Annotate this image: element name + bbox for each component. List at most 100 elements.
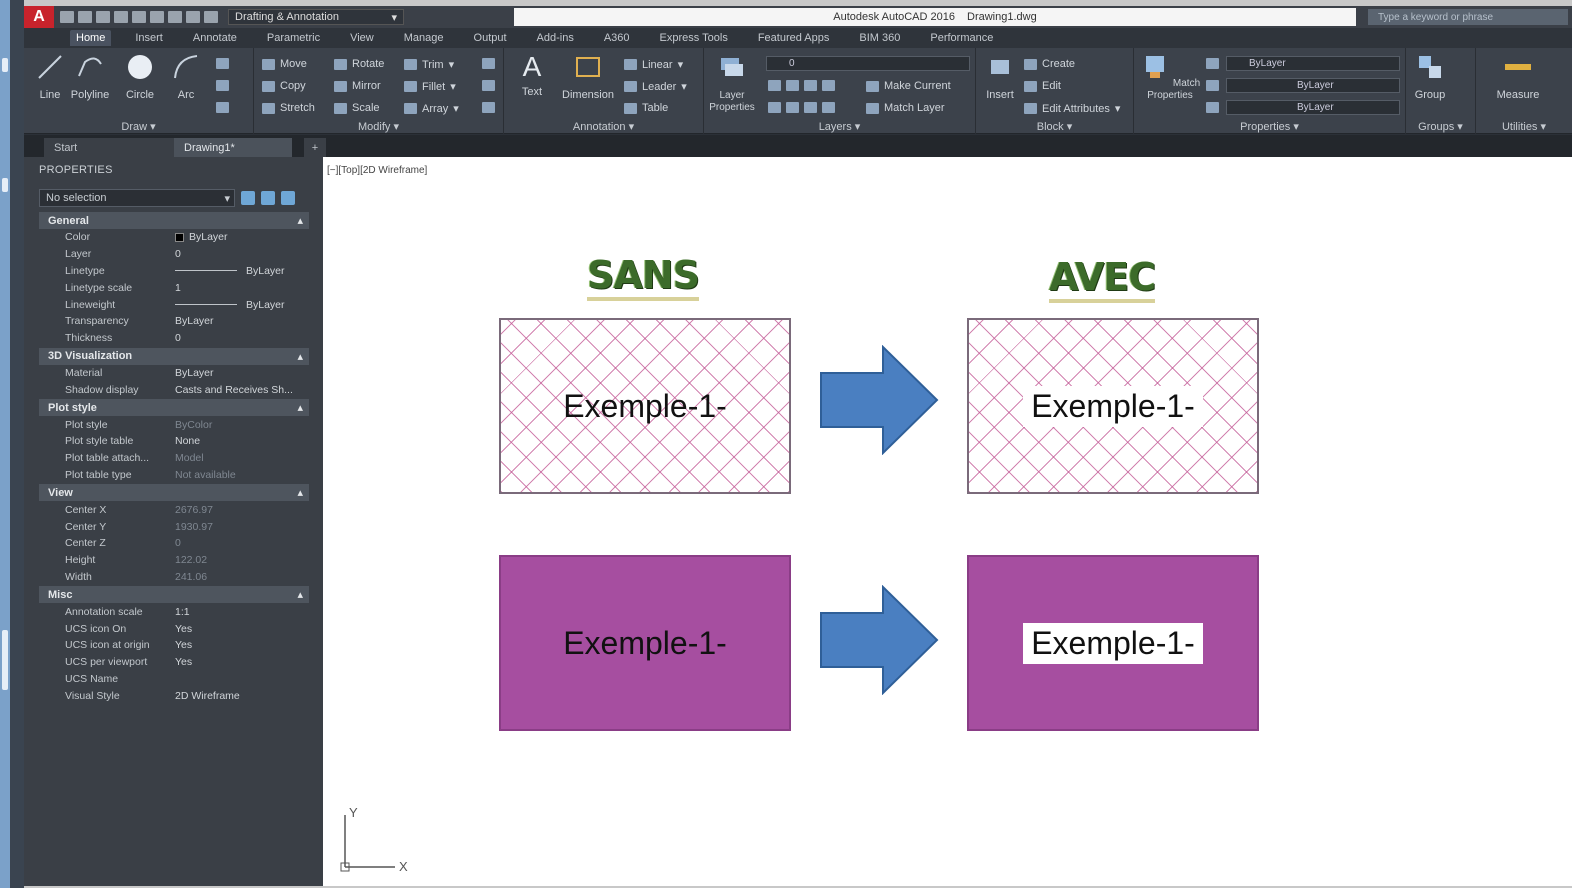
edit-attributes-button[interactable]: Edit Attributes ▾ <box>1024 102 1120 115</box>
layer-tool-icons[interactable] <box>768 80 835 91</box>
array-button[interactable]: Array ▾ <box>404 102 459 115</box>
prop-row-annotation-scale[interactable]: Annotation scale 1:1 <box>39 603 309 620</box>
tab-add-ins[interactable]: Add-ins <box>531 30 580 46</box>
prop-row-ucs-icon-on[interactable]: UCS icon On Yes <box>39 620 309 637</box>
circle-button[interactable]: Circle <box>118 52 162 101</box>
prop-row-layer[interactable]: Layer 0 <box>39 246 309 263</box>
groups-panel-title[interactable]: Groups ▾ <box>1406 120 1475 133</box>
solid-box-without-mask[interactable]: Exemple-1- <box>499 555 791 731</box>
create-block-button[interactable]: Create <box>1024 58 1075 70</box>
prop-row-thickness[interactable]: Thickness 0 <box>39 330 309 347</box>
new-icon[interactable] <box>60 11 74 23</box>
undo-icon[interactable] <box>150 11 164 23</box>
prop-row-lineweight[interactable]: Lineweight ByLayer <box>39 296 309 313</box>
hatch-box-without-mask[interactable]: Exemple-1- <box>499 318 791 494</box>
section-general[interactable]: General ▴ <box>39 212 309 229</box>
tab-parametric[interactable]: Parametric <box>261 30 326 46</box>
match-properties-button[interactable]: Match Properties <box>1138 52 1202 101</box>
prop-row-color[interactable]: Color ByLayer <box>39 229 309 246</box>
leader-button[interactable]: Leader ▾ <box>624 80 687 93</box>
section-view[interactable]: View ▴ <box>39 484 309 502</box>
mirror-button[interactable]: Mirror <box>334 80 381 92</box>
polyline-button[interactable]: Polyline <box>68 52 112 101</box>
prop-row-ucs-icon-at-origin[interactable]: UCS icon at origin Yes <box>39 637 309 654</box>
tab-output[interactable]: Output <box>468 30 513 46</box>
line-button[interactable]: Line <box>28 52 72 101</box>
select-objects-icon[interactable] <box>261 191 275 205</box>
properties-panel-title[interactable]: Properties ▾ <box>1134 120 1405 133</box>
draw-panel-title[interactable]: Draw ▾ <box>24 120 253 133</box>
annotation-panel-title[interactable]: Annotation ▾ <box>504 120 703 133</box>
rotate-button[interactable]: Rotate <box>334 58 384 70</box>
copy-button[interactable]: Copy <box>262 80 306 92</box>
measure-button[interactable]: Measure <box>1490 52 1546 101</box>
toggle-pickadd-icon[interactable] <box>241 191 255 205</box>
edit-block-button[interactable]: Edit <box>1024 80 1061 92</box>
prop-row-linetype-scale[interactable]: Linetype scale 1 <box>39 279 309 296</box>
hatch-icon[interactable] <box>216 80 229 91</box>
tab-bim-360[interactable]: BIM 360 <box>853 30 906 46</box>
layers-panel-title[interactable]: Layers ▾ <box>704 120 975 133</box>
offset-icon[interactable] <box>482 102 495 113</box>
tab-drawing1[interactable]: Drawing1* <box>174 138 292 157</box>
prop-row-visual-style[interactable]: Visual Style 2D Wireframe <box>39 687 309 704</box>
trim-button[interactable]: Trim ▾ <box>404 58 454 71</box>
prop-row-shadow-display[interactable]: Shadow display Casts and Receives Sh... <box>39 381 309 398</box>
fillet-button[interactable]: Fillet ▾ <box>404 80 456 93</box>
search-input[interactable]: Type a keyword or phrase <box>1368 9 1568 25</box>
dimension-button[interactable]: Dimension <box>558 52 618 101</box>
save-icon[interactable] <box>96 11 110 23</box>
palette-scroll-strip[interactable] <box>10 0 24 888</box>
prop-row-ucs-name[interactable]: UCS Name <box>39 671 309 688</box>
tab-annotate[interactable]: Annotate <box>187 30 243 46</box>
move-button[interactable]: Move <box>262 58 307 70</box>
section-plot-style[interactable]: Plot style ▴ <box>39 399 309 417</box>
tab-home[interactable]: Home <box>70 30 112 46</box>
share-icon[interactable] <box>186 11 200 23</box>
lineweight-dropdown[interactable]: ByLayer <box>1226 100 1400 115</box>
tab-express-tools[interactable]: Express Tools <box>654 30 734 46</box>
layer-tool-icons-2[interactable] <box>768 102 835 113</box>
drawing-canvas[interactable]: [−][Top][2D Wireframe] SANS AVEC Exemple… <box>323 157 1572 886</box>
application-menu-button[interactable]: A <box>24 6 54 28</box>
tab-a360[interactable]: A360 <box>598 30 636 46</box>
tab-performance[interactable]: Performance <box>924 30 999 46</box>
layer-properties-button[interactable]: Layer Properties <box>704 52 760 113</box>
hatch-box-with-mask[interactable]: Exemple-1- <box>967 318 1259 494</box>
linear-button[interactable]: Linear ▾ <box>624 58 683 71</box>
linetype-dropdown[interactable]: ByLayer <box>1226 78 1400 93</box>
new-tab-button[interactable]: + <box>304 138 326 157</box>
redo-icon[interactable] <box>168 11 182 23</box>
solid-box-with-mask[interactable]: Exemple-1- <box>967 555 1259 731</box>
modify-panel-title[interactable]: Modify ▾ <box>254 120 503 133</box>
prop-row-material[interactable]: Material ByLayer <box>39 365 309 382</box>
color-dropdown[interactable]: ByLayer <box>1226 56 1400 71</box>
explode-icon[interactable] <box>482 80 495 91</box>
prop-row-linetype[interactable]: Linetype ByLayer <box>39 263 309 280</box>
table-button[interactable]: Table <box>624 102 668 114</box>
open-icon[interactable] <box>78 11 92 23</box>
insert-button[interactable]: Insert <box>978 52 1022 101</box>
prop-row-plot-style-table[interactable]: Plot style table None <box>39 433 309 450</box>
print-icon[interactable] <box>132 11 146 23</box>
quick-select-icon[interactable] <box>281 191 295 205</box>
tab-view[interactable]: View <box>344 30 380 46</box>
arc-button[interactable]: Arc <box>164 52 208 101</box>
tab-featured-apps[interactable]: Featured Apps <box>752 30 836 46</box>
rectangle-icon[interactable] <box>216 58 229 69</box>
make-current-button[interactable]: Make Current <box>866 80 951 92</box>
workspace-dropdown[interactable]: Drafting & Annotation ▾ <box>228 9 404 25</box>
match-layer-button[interactable]: Match Layer <box>866 102 945 114</box>
tab-insert[interactable]: Insert <box>129 30 169 46</box>
section-misc[interactable]: Misc ▴ <box>39 586 309 604</box>
utilities-panel-title[interactable]: Utilities ▾ <box>1476 120 1572 133</box>
prop-row-transparency[interactable]: Transparency ByLayer <box>39 313 309 330</box>
prop-row-ucs-per-viewport[interactable]: UCS per viewport Yes <box>39 654 309 671</box>
selection-dropdown[interactable]: No selection ▾ <box>39 189 235 207</box>
viewport-controls[interactable]: [−][Top][2D Wireframe] <box>327 165 427 176</box>
gear-icon[interactable] <box>204 11 218 23</box>
scale-button[interactable]: Scale <box>334 102 380 114</box>
region-icon[interactable] <box>216 102 229 113</box>
tab-start[interactable]: Start <box>44 138 174 157</box>
group-button[interactable]: Group <box>1408 52 1452 101</box>
